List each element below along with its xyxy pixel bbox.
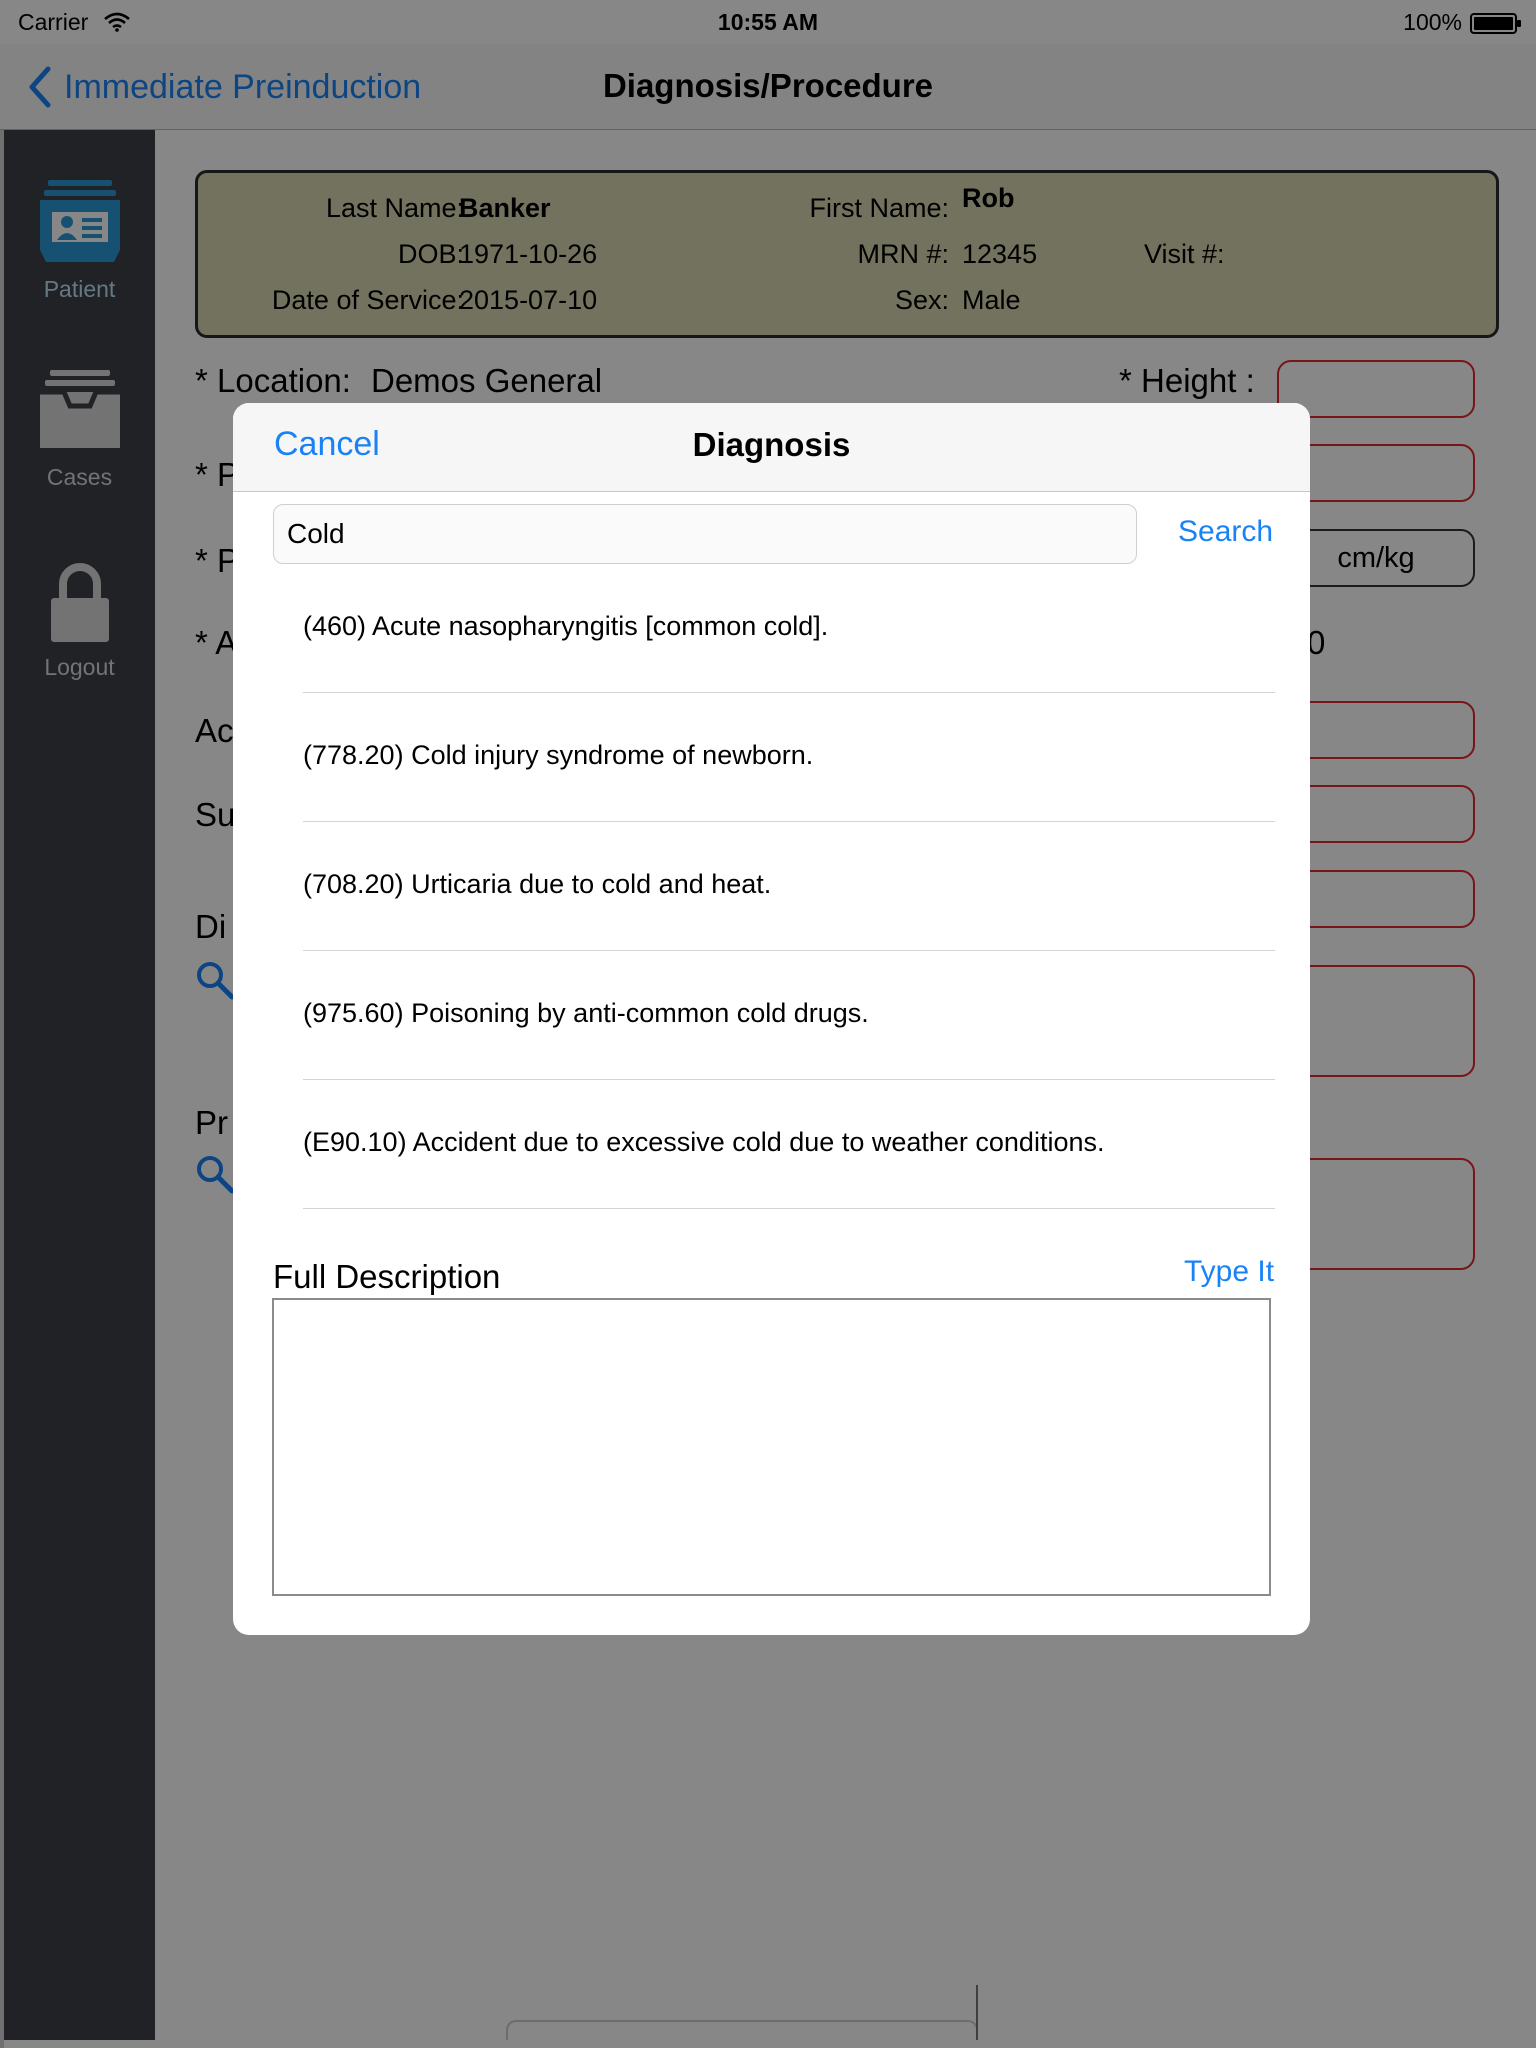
list-item[interactable]: (E90.10) Accident due to excessive cold … — [303, 1080, 1275, 1209]
search-input[interactable]: Cold — [273, 504, 1137, 564]
modal-title: Diagnosis — [692, 426, 851, 463]
type-it-button[interactable]: Type It — [1184, 1255, 1274, 1289]
modal-header: Cancel Diagnosis — [233, 403, 1310, 492]
search-button[interactable]: Search — [1178, 515, 1273, 549]
list-item[interactable]: (778.20) Cold injury syndrome of newborn… — [303, 693, 1275, 822]
list-item[interactable]: (460) Acute nasopharyngitis [common cold… — [303, 564, 1275, 693]
full-description-label: Full Description — [273, 1258, 501, 1295]
list-item[interactable]: (708.20) Urticaria due to cold and heat. — [303, 822, 1275, 951]
full-description-textarea[interactable] — [272, 1298, 1271, 1596]
list-item[interactable]: (975.60) Poisoning by anti-common cold d… — [303, 951, 1275, 1080]
results-list: (460) Acute nasopharyngitis [common cold… — [303, 564, 1275, 1209]
diagnosis-modal: Cancel Diagnosis Cold Search (460) Acute… — [233, 403, 1310, 1635]
